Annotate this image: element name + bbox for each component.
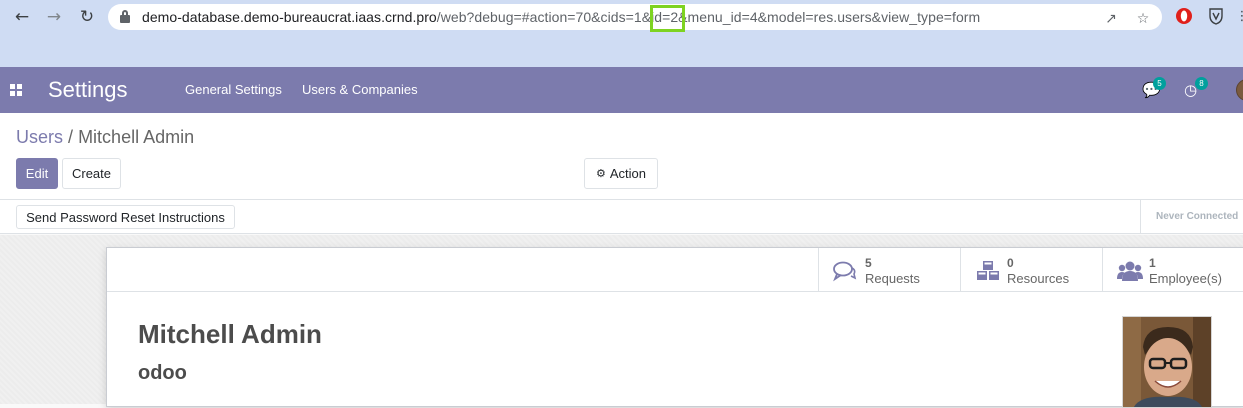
requests-label: Requests (865, 271, 920, 286)
send-password-reset-button[interactable]: Send Password Reset Instructions (16, 205, 235, 229)
messages-icon[interactable]: 💬 5 (1142, 77, 1166, 99)
messages-badge: 5 (1153, 77, 1166, 90)
breadcrumb-separator: / (68, 127, 74, 147)
employees-count: 1 (1149, 256, 1156, 270)
form-sheet: 5 Requests 0 Resources 1 Employee(s) Mit… (106, 247, 1243, 408)
menu-general-settings[interactable]: General Settings (185, 82, 282, 97)
main-navbar: Settings General Settings Users & Compan… (0, 67, 1243, 113)
resources-label: Resources (1007, 271, 1070, 286)
bookmark-star-icon[interactable]: ☆ (1134, 10, 1152, 28)
breadcrumb-current: Mitchell Admin (78, 127, 195, 147)
status-divider (1140, 200, 1141, 234)
vivaldi-extension-icon[interactable] (1206, 6, 1226, 26)
user-photo[interactable] (1122, 316, 1212, 408)
requests-count: 5 (865, 256, 872, 270)
employees-label: Employee(s) (1149, 271, 1222, 286)
requests-stat-button[interactable]: 5 Requests (818, 248, 960, 292)
form-statusbar: Send Password Reset Instructions Never C… (0, 200, 1243, 234)
back-arrow-icon[interactable]: ← (10, 5, 34, 29)
breadcrumb-users-link[interactable]: Users (16, 127, 63, 147)
user-avatar[interactable] (1236, 79, 1243, 101)
address-bar[interactable]: demo-database.demo-bureaucrat.iaas.crnd.… (108, 4, 1162, 30)
action-button[interactable]: ⚙ Action (584, 158, 658, 189)
apps-menu-icon[interactable] (10, 84, 22, 96)
breadcrumb: Users / Mitchell Admin (16, 127, 194, 148)
reload-icon[interactable]: ↻ (75, 5, 99, 29)
comments-icon (833, 260, 857, 282)
url-text[interactable]: demo-database.demo-bureaucrat.iaas.crnd.… (142, 9, 980, 25)
user-login-field: odoo (138, 362, 187, 384)
more-menu-icon[interactable]: ⋮ (1232, 6, 1243, 26)
browser-chrome: ← → ↻ demo-database.demo-bureaucrat.iaas… (0, 0, 1243, 67)
share-icon[interactable]: ↗ (1102, 10, 1120, 28)
url-host: demo-database.demo-bureaucrat.iaas.crnd.… (142, 9, 437, 25)
activities-badge: 8 (1195, 77, 1208, 90)
forward-arrow-icon[interactable]: → (42, 5, 66, 29)
create-button[interactable]: Create (62, 158, 121, 189)
lock-icon[interactable] (120, 10, 130, 23)
employees-stat-button[interactable]: 1 Employee(s) (1102, 248, 1243, 292)
action-label: Action (609, 166, 646, 181)
user-name-field: Mitchell Admin (138, 319, 322, 349)
users-icon (1117, 260, 1143, 282)
activities-icon[interactable]: ◷ 8 (1184, 77, 1208, 99)
opera-extension-icon[interactable] (1174, 6, 1194, 26)
gear-icon: ⚙ (595, 167, 606, 180)
cubes-icon (975, 260, 999, 282)
url-id-highlight (650, 5, 685, 32)
edit-button[interactable]: Edit (16, 158, 58, 189)
connection-status: Never Connected (1156, 211, 1239, 222)
app-title[interactable]: Settings (48, 77, 128, 103)
stat-button-box: 5 Requests 0 Resources 1 Employee(s) (107, 248, 1243, 292)
control-panel: Users / Mitchell Admin Edit Create ⚙ Acti… (0, 113, 1243, 200)
menu-users-companies[interactable]: Users & Companies (302, 82, 418, 97)
resources-count: 0 (1007, 256, 1014, 270)
resources-stat-button[interactable]: 0 Resources (960, 248, 1102, 292)
url-path: /web?debug=#action=70&cids=1&id=2&menu_i… (436, 9, 981, 25)
